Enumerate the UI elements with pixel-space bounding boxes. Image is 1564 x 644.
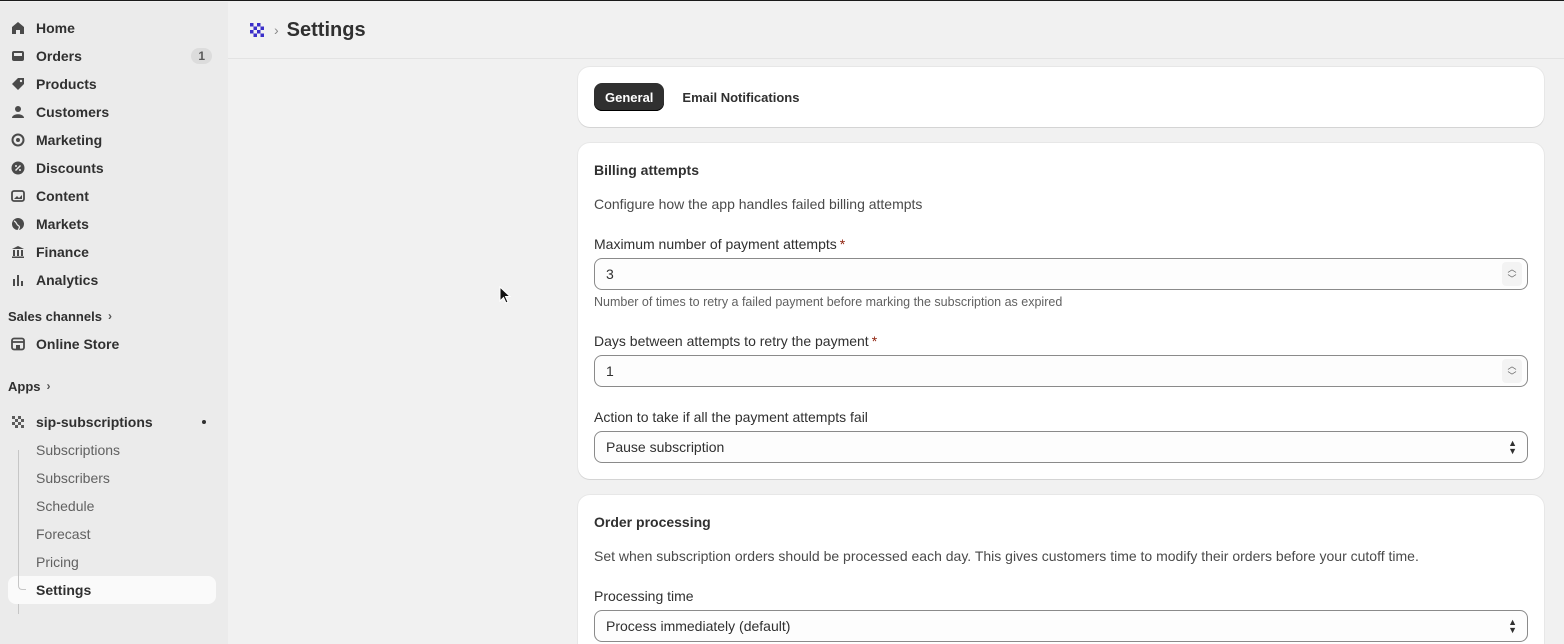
- billing-attempts-card: Billing attempts Configure how the app h…: [578, 143, 1544, 479]
- number-stepper[interactable]: ︿ ﹀: [1502, 359, 1522, 383]
- max-attempts-value: 3: [606, 266, 614, 282]
- nav-label: sip-subscriptions: [36, 414, 153, 430]
- page-title: Settings: [286, 18, 366, 41]
- mouse-cursor-icon: [499, 285, 512, 309]
- select-arrows-icon: ▲ ▼: [1508, 617, 1517, 635]
- nav-label: Analytics: [36, 272, 99, 288]
- app-logo-icon[interactable]: [250, 23, 264, 37]
- processing-time-value: Process immediately (default): [606, 618, 791, 634]
- sales-channels-header[interactable]: Sales channels ›: [8, 302, 216, 330]
- processing-time-select[interactable]: Process immediately (default) ▲ ▼: [594, 610, 1528, 642]
- select-arrows-icon: ▲ ▼: [1508, 438, 1517, 456]
- days-between-value: 1: [606, 363, 614, 379]
- nav-content[interactable]: Content: [8, 182, 216, 210]
- nav-analytics[interactable]: Analytics: [8, 266, 216, 294]
- subnav-pricing[interactable]: Pricing: [8, 548, 216, 576]
- days-between-input[interactable]: 1 ︿ ﹀: [594, 355, 1528, 387]
- page-header: › Settings: [228, 2, 1564, 59]
- tab-general[interactable]: General: [594, 83, 665, 111]
- nav-discounts[interactable]: Discounts: [8, 154, 216, 182]
- tab-email-notifications[interactable]: Email Notifications: [671, 83, 810, 111]
- nav-label: Products: [36, 76, 97, 92]
- home-icon: [10, 20, 26, 36]
- bar-chart-icon: [10, 272, 26, 288]
- nav-label: Finance: [36, 244, 89, 260]
- nav-label: Content: [36, 188, 89, 204]
- chevron-down-icon[interactable]: ﹀: [1507, 371, 1516, 381]
- nav-label: Discounts: [36, 160, 104, 176]
- days-between-label: Days between attempts to retry the payme…: [594, 333, 1528, 349]
- subnav-subscriptions[interactable]: Subscriptions: [8, 436, 216, 464]
- nav-marketing[interactable]: Marketing: [8, 126, 216, 154]
- action-select[interactable]: Pause subscription ▲ ▼: [594, 431, 1528, 463]
- breadcrumb-chevron-icon: ›: [274, 22, 279, 38]
- subnav-hook: [18, 576, 26, 590]
- order-processing-title: Order processing: [594, 514, 711, 530]
- person-icon: [10, 104, 26, 120]
- globe-icon: [10, 216, 26, 232]
- nav-home[interactable]: Home: [8, 14, 216, 42]
- sales-channels-label: Sales channels: [8, 308, 102, 324]
- tabs-card: General Email Notifications: [578, 67, 1544, 127]
- max-attempts-label: Maximum number of payment attempts *: [594, 236, 1528, 252]
- subnav-settings-label: Settings: [36, 582, 92, 598]
- subnav-settings[interactable]: Settings: [8, 576, 216, 604]
- chevron-up-icon[interactable]: ︿: [1507, 264, 1516, 274]
- nav-label: Markets: [36, 216, 89, 232]
- discount-icon: [10, 160, 26, 176]
- apps-label: Apps: [8, 378, 41, 394]
- nav-customers[interactable]: Customers: [8, 98, 216, 126]
- bank-icon: [10, 244, 26, 260]
- required-marker: *: [871, 333, 878, 349]
- max-attempts-input[interactable]: 3 ︿ ﹀: [594, 258, 1528, 290]
- action-label: Action to take if all the payment attemp…: [594, 409, 868, 425]
- order-processing-description: Set when subscription orders should be p…: [594, 548, 1419, 564]
- inbox-icon: [10, 48, 26, 64]
- billing-attempts-description: Configure how the app handles failed bil…: [594, 196, 923, 212]
- tag-icon: [10, 76, 26, 92]
- nav-label: Orders: [36, 48, 82, 64]
- chevron-up-icon[interactable]: ︿: [1507, 361, 1516, 371]
- max-attempts-help: Number of times to retry a failed paymen…: [594, 295, 1063, 309]
- nav-label: Home: [36, 20, 75, 36]
- chevron-right-icon: ›: [46, 379, 51, 393]
- number-stepper[interactable]: ︿ ﹀: [1502, 262, 1522, 286]
- app-logo-icon: [10, 414, 26, 430]
- subnav-schedule[interactable]: Schedule: [8, 492, 216, 520]
- nav-label: Customers: [36, 104, 110, 120]
- apps-header[interactable]: Apps ›: [8, 372, 216, 400]
- nav-finance[interactable]: Finance: [8, 238, 216, 266]
- orders-count-badge: 1: [191, 48, 212, 64]
- target-icon: [10, 132, 26, 148]
- nav-orders[interactable]: Orders 1: [8, 42, 216, 70]
- processing-time-label: Processing time: [594, 588, 694, 604]
- chevron-right-icon: ›: [107, 309, 112, 323]
- subnav-subscribers[interactable]: Subscribers: [8, 464, 216, 492]
- chevron-down-icon[interactable]: ﹀: [1507, 274, 1516, 284]
- nav-online-store[interactable]: Online Store: [8, 330, 216, 358]
- nav-app-sip-subscriptions[interactable]: sip-subscriptions: [8, 408, 216, 436]
- subnav-forecast[interactable]: Forecast: [8, 520, 216, 548]
- app-pin-dot[interactable]: [202, 420, 206, 424]
- nav-label: Online Store: [36, 336, 120, 352]
- action-select-value: Pause subscription: [606, 439, 725, 455]
- order-processing-card: Order processing Set when subscription o…: [578, 495, 1544, 644]
- nav-products[interactable]: Products: [8, 70, 216, 98]
- nav-label: Marketing: [36, 132, 103, 148]
- store-icon: [10, 336, 26, 352]
- max-attempts-label-text: Maximum number of payment attempts: [594, 236, 837, 252]
- days-between-label-text: Days between attempts to retry the payme…: [594, 333, 869, 349]
- nav-markets[interactable]: Markets: [8, 210, 216, 238]
- image-icon: [10, 188, 26, 204]
- required-marker: *: [839, 236, 846, 252]
- sidebar: Home Orders 1 Products Customers Marketi…: [0, 2, 228, 644]
- billing-attempts-title: Billing attempts: [594, 162, 700, 178]
- app-subnav: Subscriptions Subscribers Schedule Forec…: [8, 436, 216, 614]
